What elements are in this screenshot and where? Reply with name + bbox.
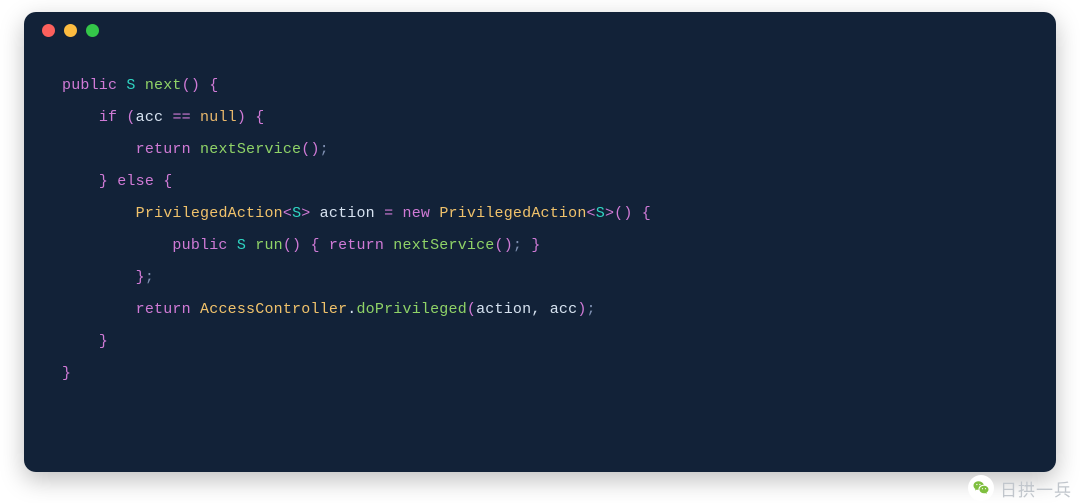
keyword-return: return — [329, 237, 384, 254]
window-titlebar — [24, 12, 1056, 48]
keyword-public: public — [172, 237, 227, 254]
parens: () — [495, 237, 513, 254]
class-PrivilegedAction: PrivilegedAction — [439, 205, 586, 222]
rparen: ) — [577, 301, 586, 318]
fn-next: next — [145, 77, 182, 94]
code-line: return AccessController.doPrivileged(act… — [62, 301, 596, 318]
code-line: } else { — [62, 173, 172, 190]
class-AccessController: AccessController — [200, 301, 347, 318]
semicolon: ; — [145, 269, 154, 286]
code-line: PrivilegedAction<S> action = new Privile… — [62, 205, 651, 222]
keyword-public: public — [62, 77, 117, 94]
brace-close: } — [62, 365, 71, 382]
angle-open: < — [283, 205, 292, 222]
wechat-icon — [968, 475, 994, 501]
fn-run: run — [255, 237, 283, 254]
minimize-icon[interactable] — [64, 24, 77, 37]
var-acc: acc — [136, 109, 164, 126]
code-line: if (acc == null) { — [62, 109, 264, 126]
brace-close: } — [99, 173, 108, 190]
lparen: ( — [126, 109, 135, 126]
code-line: public S run() { return nextService(); } — [62, 237, 541, 254]
parens: () — [301, 141, 319, 158]
watermark: 日拱一兵 — [968, 475, 1072, 501]
code-block: public S next() { if (acc == null) { ret… — [24, 48, 1056, 410]
arg-action: action — [476, 301, 531, 318]
brace-close: } — [99, 333, 108, 350]
semicolon: ; — [587, 301, 596, 318]
keyword-return: return — [136, 141, 191, 158]
type-S: S — [126, 77, 135, 94]
fn-doPrivileged: doPrivileged — [356, 301, 466, 318]
class-PrivilegedAction: PrivilegedAction — [136, 205, 283, 222]
keyword-return: return — [136, 301, 191, 318]
parens: () — [614, 205, 632, 222]
var-action: action — [320, 205, 375, 222]
page-container: public S next() { if (acc == null) { ret… — [0, 0, 1080, 503]
brace-open: { — [310, 237, 319, 254]
type-S: S — [596, 205, 605, 222]
brace-open: { — [200, 77, 218, 94]
comma: , — [531, 301, 540, 318]
keyword-else: else — [117, 173, 154, 190]
fn-nextService: nextService — [393, 237, 494, 254]
semicolon: ; — [513, 237, 522, 254]
code-line: }; — [62, 269, 154, 286]
fn-nextService: nextService — [200, 141, 301, 158]
brace-close: } — [531, 237, 540, 254]
type-S: S — [237, 237, 246, 254]
null-literal: null — [200, 109, 237, 126]
code-line: public S next() { — [62, 77, 218, 94]
code-line: return nextService(); — [62, 141, 329, 158]
op-assign: = — [384, 205, 393, 222]
lparen: ( — [467, 301, 476, 318]
keyword-if: if — [99, 109, 117, 126]
code-line: } — [62, 333, 108, 350]
rparen: ) — [237, 109, 246, 126]
brace-close: } — [136, 269, 145, 286]
type-S: S — [292, 205, 301, 222]
parens: () — [283, 237, 301, 254]
code-card: public S next() { if (acc == null) { ret… — [24, 12, 1056, 472]
brace-open: { — [163, 173, 172, 190]
angle-open: < — [587, 205, 596, 222]
maximize-icon[interactable] — [86, 24, 99, 37]
keyword-new: new — [403, 205, 431, 222]
parens: () — [182, 77, 200, 94]
op-eq: == — [172, 109, 190, 126]
angle-close: > — [301, 205, 310, 222]
watermark-text: 日拱一兵 — [1000, 476, 1072, 501]
close-icon[interactable] — [42, 24, 55, 37]
brace-open: { — [642, 205, 651, 222]
brace-open: { — [255, 109, 264, 126]
semicolon: ; — [320, 141, 329, 158]
code-line: } — [62, 365, 71, 382]
angle-close: > — [605, 205, 614, 222]
arg-acc: acc — [550, 301, 578, 318]
